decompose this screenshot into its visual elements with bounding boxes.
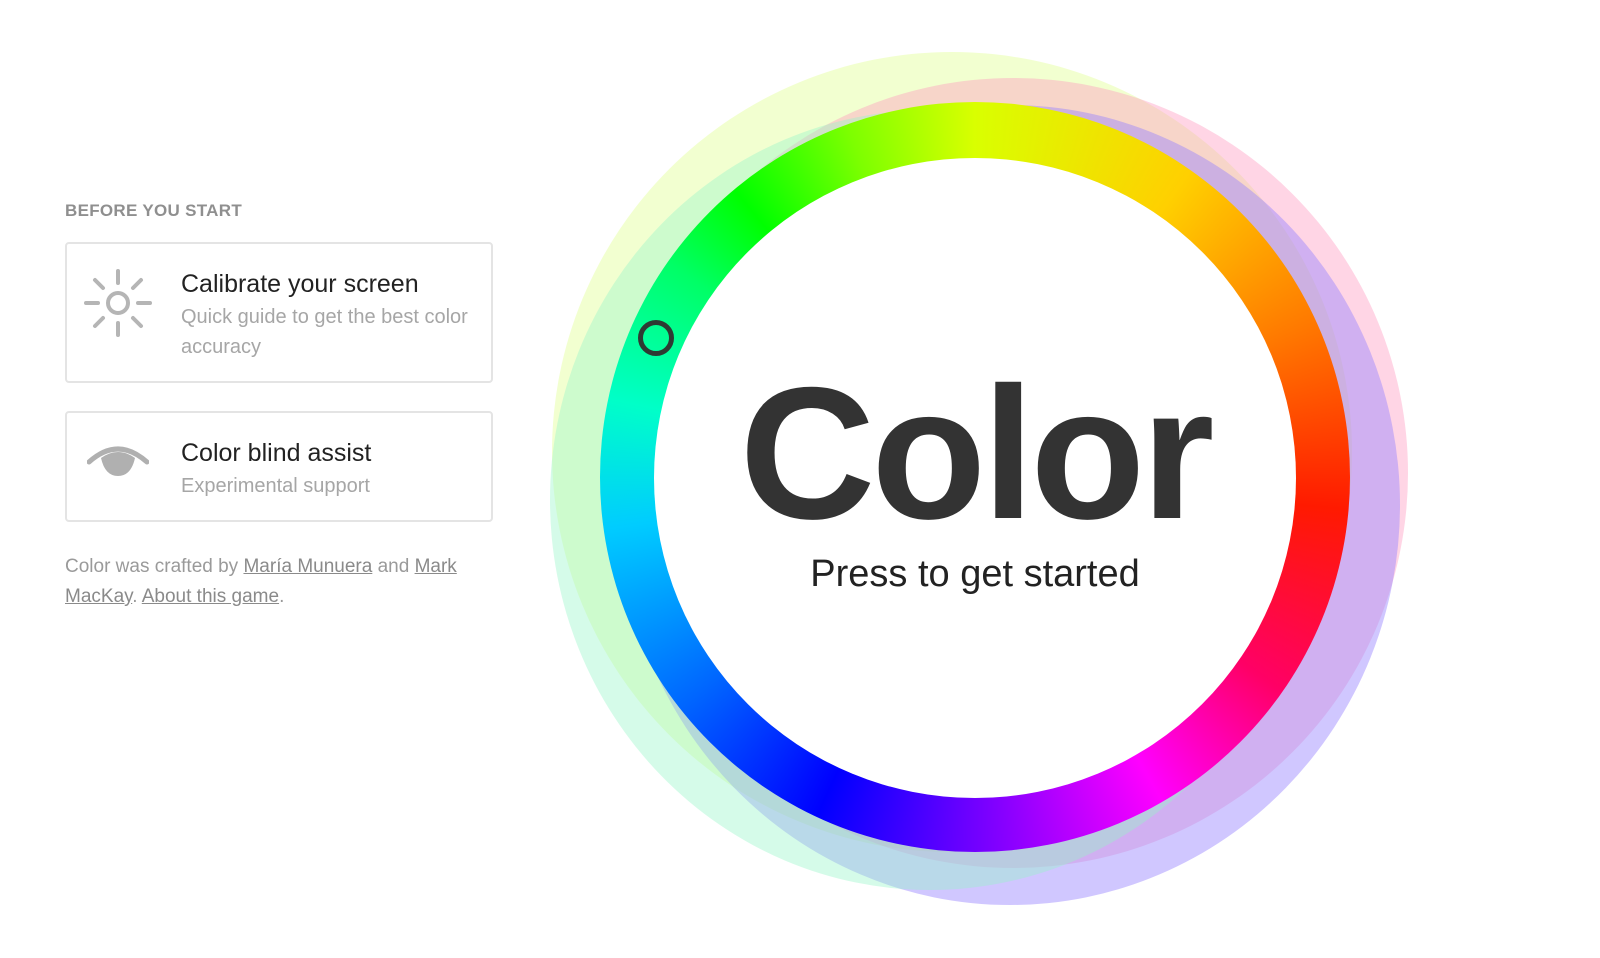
credits-text: Color was crafted by María Munuera and M… — [65, 552, 485, 612]
about-game-link[interactable]: About this game — [142, 586, 279, 607]
calibrate-card-title: Calibrate your screen — [181, 270, 419, 298]
credits-and: and — [377, 556, 410, 577]
credits-period-2: . — [279, 586, 285, 607]
credits-period-1: . — [132, 586, 138, 607]
section-heading: BEFORE YOU START — [65, 201, 243, 220]
sun-icon — [83, 268, 153, 338]
calibrate-card-subtitle: Quick guide to get the best color accura… — [181, 306, 468, 358]
colorblind-card-text: Color blind assist Experimental support — [181, 437, 371, 501]
eye-icon — [83, 437, 153, 487]
start-button[interactable]: Color Press to get started — [654, 158, 1296, 798]
before-you-start-panel: BEFORE YOU START Calibrate your screen Q… — [65, 200, 505, 612]
calibrate-card-text: Calibrate your screen Quick guide to get… — [181, 268, 471, 362]
calibrate-screen-card[interactable]: Calibrate your screen Quick guide to get… — [65, 242, 493, 383]
colorblind-card-subtitle: Experimental support — [181, 475, 370, 497]
colorblind-card-title: Color blind assist — [181, 439, 372, 467]
author-link-maria[interactable]: María Munuera — [243, 556, 372, 577]
color-wheel[interactable]: Color Press to get started — [540, 40, 1420, 920]
press-to-start-label: Press to get started — [810, 553, 1140, 595]
color-blind-assist-card[interactable]: Color blind assist Experimental support — [65, 411, 493, 522]
credits-prefix: Color was crafted by — [65, 556, 239, 577]
game-title: Color — [739, 348, 1215, 558]
page: BEFORE YOU START Calibrate your screen Q… — [0, 0, 1600, 958]
hue-picker-handle[interactable] — [638, 320, 674, 356]
